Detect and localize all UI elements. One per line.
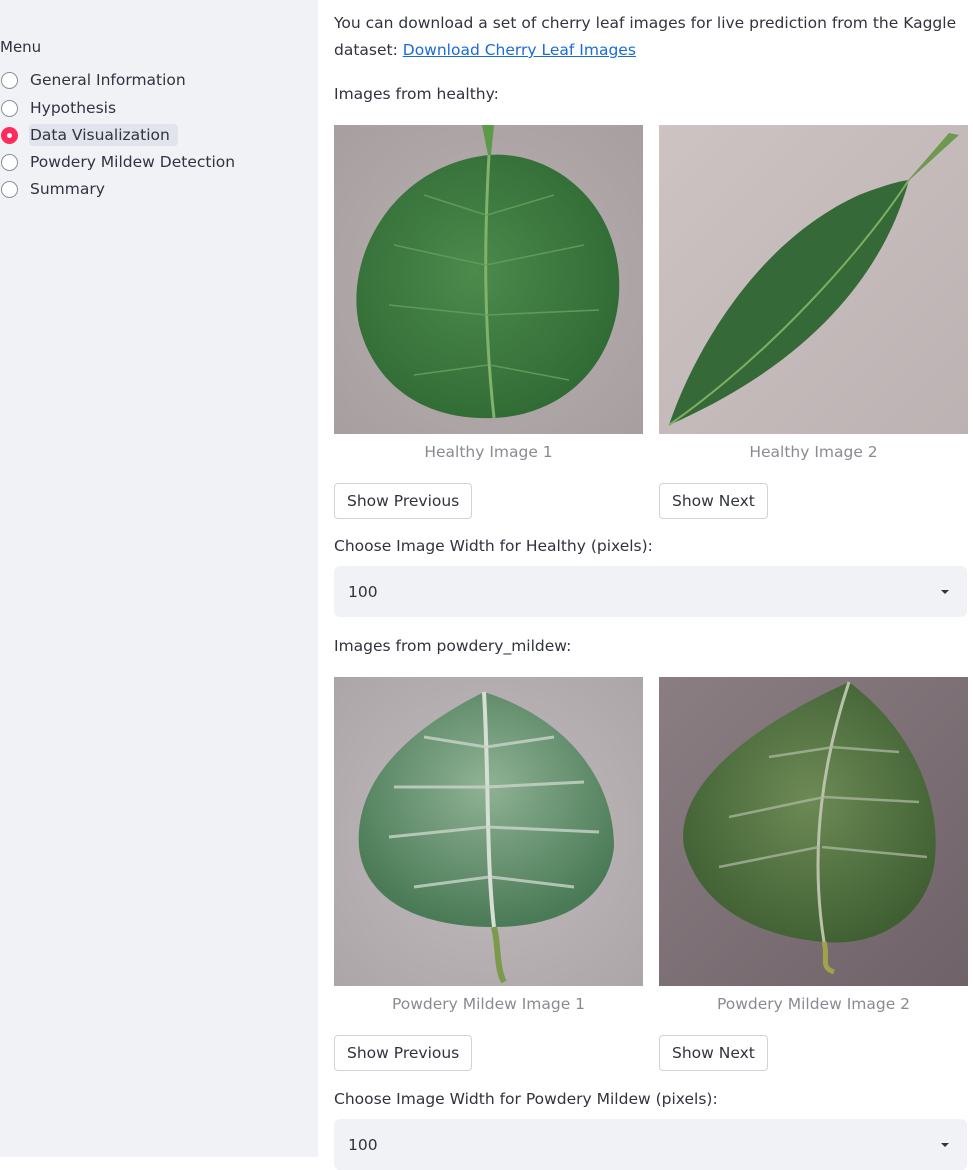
mildew-show-previous-button[interactable]: Show Previous bbox=[334, 1035, 473, 1071]
healthy-caption-1: Healthy Image 1 bbox=[424, 443, 553, 461]
radio-unchecked-icon[interactable] bbox=[1, 71, 18, 89]
sidebar: Menu General Information Hypothesis Data… bbox=[0, 0, 318, 1157]
healthy-show-previous-button[interactable]: Show Previous bbox=[334, 483, 473, 519]
sidebar-item-data-visualization[interactable]: Data Visualization bbox=[0, 122, 178, 148]
sidebar-item-hypothesis[interactable]: Hypothesis bbox=[0, 95, 124, 121]
healthy-width-select[interactable]: 100 bbox=[334, 566, 967, 617]
healthy-image-2 bbox=[659, 125, 968, 434]
menu-title: Menu bbox=[0, 38, 42, 56]
sidebar-item-label: Hypothesis bbox=[30, 99, 117, 117]
mildew-width-value: 100 bbox=[348, 1135, 378, 1154]
mildew-image-1 bbox=[334, 677, 643, 986]
sidebar-item-label: Summary bbox=[30, 180, 105, 198]
healthy-caption-2: Healthy Image 2 bbox=[749, 443, 878, 461]
intro-paragraph: You can download a set of cherry leaf im… bbox=[334, 10, 964, 64]
chevron-down-icon bbox=[941, 589, 949, 594]
mildew-width-select[interactable]: 100 bbox=[334, 1119, 967, 1170]
radio-unchecked-icon[interactable] bbox=[1, 153, 18, 171]
download-link[interactable]: Download Cherry Leaf Images bbox=[403, 41, 636, 59]
radio-unchecked-icon[interactable] bbox=[1, 180, 18, 198]
chevron-down-icon bbox=[941, 1142, 949, 1147]
mildew-caption-1: Powdery Mildew Image 1 bbox=[391, 995, 586, 1013]
healthy-heading: Images from healthy: bbox=[334, 85, 499, 103]
sidebar-item-label: Data Visualization bbox=[29, 124, 178, 146]
healthy-width-label: Choose Image Width for Healthy (pixels): bbox=[334, 537, 653, 555]
radio-checked-icon[interactable] bbox=[1, 126, 18, 144]
mildew-caption-2: Powdery Mildew Image 2 bbox=[716, 995, 911, 1013]
healthy-width-value: 100 bbox=[348, 582, 378, 601]
sidebar-item-label: General Information bbox=[30, 71, 186, 89]
sidebar-item-powdery-mildew-detection[interactable]: Powdery Mildew Detection bbox=[0, 149, 243, 175]
mildew-heading: Images from powdery_mildew: bbox=[334, 637, 572, 655]
healthy-show-next-button[interactable]: Show Next bbox=[659, 483, 768, 519]
mildew-width-label: Choose Image Width for Powdery Mildew (p… bbox=[334, 1090, 718, 1108]
radio-unchecked-icon[interactable] bbox=[1, 99, 18, 117]
sidebar-item-summary[interactable]: Summary bbox=[0, 176, 113, 202]
sidebar-item-general-information[interactable]: General Information bbox=[0, 67, 194, 93]
mildew-show-next-button[interactable]: Show Next bbox=[659, 1035, 768, 1071]
intro-text-line2: dataset: bbox=[334, 41, 403, 59]
intro-text: You can download a set of cherry leaf im… bbox=[334, 14, 957, 32]
mildew-image-2 bbox=[659, 677, 968, 986]
healthy-image-1 bbox=[334, 125, 643, 434]
sidebar-item-label: Powdery Mildew Detection bbox=[30, 153, 236, 171]
